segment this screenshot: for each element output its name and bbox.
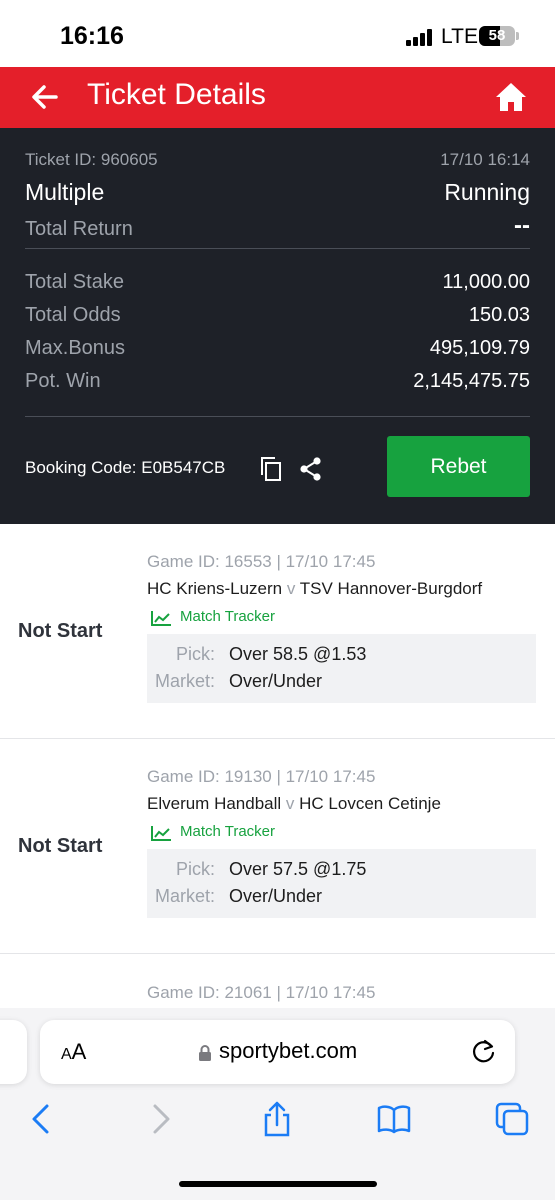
pick-box: Pick: Over 58.5 @1.53 Market: Over/Under [147,634,536,703]
bet-divider [0,953,555,954]
away-team: HC Lovcen Cetinje [299,794,441,813]
home-icon[interactable] [494,80,528,114]
battery-tip [516,32,519,40]
home-team: Elverum Handball [147,794,282,813]
match-tracker-link[interactable]: Match Tracker [180,823,275,840]
total-return-value: -- [514,212,530,239]
bet-item: Not Start Game ID: 16553 | 17/10 17:45 H… [0,524,555,739]
versus-label: v [286,579,296,598]
pick-box: Pick: Over 57.5 @1.75 Market: Over/Under [147,849,536,918]
address-bar[interactable]: AA sportybet.com [40,1020,515,1084]
versus-label: v [285,794,295,813]
match-tracker-icon[interactable] [150,825,172,842]
divider [25,248,530,249]
status-time: 16:16 [60,22,124,50]
app-header: Ticket Details [0,67,555,128]
browser-toolbar: AA sportybet.com [0,1008,555,1200]
market-value: Over/Under [229,886,323,906]
lock-icon [199,1045,211,1061]
bookmarks-icon[interactable] [376,1101,412,1137]
bet-item: Not Start Game ID: 19130 | 17/10 17:45 E… [0,739,555,954]
pick-label: Pick: [176,644,216,664]
bet-status: Not Start [18,835,103,857]
bet-status: Not Start [18,620,103,642]
rebet-button[interactable]: Rebet [387,436,530,497]
tabs-icon[interactable] [494,1101,530,1137]
text-size-button[interactable]: AA [61,1039,86,1065]
match-teams[interactable]: Elverum Handball v HC Lovcen Cetinje [147,794,441,814]
game-meta: Game ID: 21061 | 17/10 17:45 [147,983,376,1002]
back-nav-icon[interactable] [23,1101,59,1137]
market-label: Market: [155,671,216,691]
copy-icon[interactable] [259,456,283,482]
divider [25,416,530,417]
screen: 16:16 LTE 58 Ticket Details Ticket ID: 9… [0,0,555,1200]
total-odds-label: Total Odds [25,304,121,326]
pot-win-label: Pot. Win [25,370,101,392]
url-text[interactable]: sportybet.com [219,1038,357,1064]
total-stake-value: 11,000.00 [442,271,531,293]
pot-win-value: 2,145,475.75 [413,370,530,392]
match-tracker-link[interactable]: Match Tracker [180,608,275,625]
share-nav-icon[interactable] [259,1101,295,1137]
booking-code: Booking Code: E0B547CB [25,458,226,477]
status-bar: 16:16 LTE 58 [0,0,555,67]
total-odds-value: 150.03 [468,304,530,326]
game-meta: Game ID: 19130 | 17/10 17:45 [147,767,376,786]
previous-tab-preview[interactable] [0,1020,27,1084]
forward-nav-icon[interactable] [143,1101,179,1137]
pick-value: Over 57.5 @1.75 [229,859,367,879]
market-label: Market: [155,886,216,906]
pick-value: Over 58.5 @1.53 [229,644,367,664]
back-arrow-icon[interactable] [28,80,62,114]
total-stake-label: Total Stake [25,271,124,293]
signal-icon [406,29,434,46]
game-meta: Game ID: 16553 | 17/10 17:45 [147,552,376,571]
total-return-label: Total Return [25,218,133,240]
battery-level: 58 [488,27,506,44]
ticket-type: Multiple [25,179,105,205]
battery-icon: 58 [479,26,515,46]
market-value: Over/Under [229,671,323,691]
home-team: HC Kriens-Luzern [147,579,283,598]
match-teams[interactable]: HC Kriens-Luzern v TSV Hannover-Burgdorf [147,579,482,599]
pick-label: Pick: [176,859,216,879]
reload-icon[interactable] [470,1038,497,1066]
max-bonus-label: Max.Bonus [25,337,126,359]
share-icon[interactable] [298,456,323,482]
max-bonus-value: 495,109.79 [429,337,530,359]
home-indicator [179,1181,377,1187]
ticket-status: Running [444,179,530,205]
ticket-summary: Ticket ID: 960605 17/10 16:14 Multiple R… [0,128,555,524]
away-team: TSV Hannover-Burgdorf [299,579,483,598]
network-type: LTE [441,25,478,48]
page-title: Ticket Details [87,78,266,111]
ticket-id: Ticket ID: 960605 [25,150,158,169]
ticket-time: 17/10 16:14 [440,150,530,169]
match-tracker-icon[interactable] [150,610,172,627]
